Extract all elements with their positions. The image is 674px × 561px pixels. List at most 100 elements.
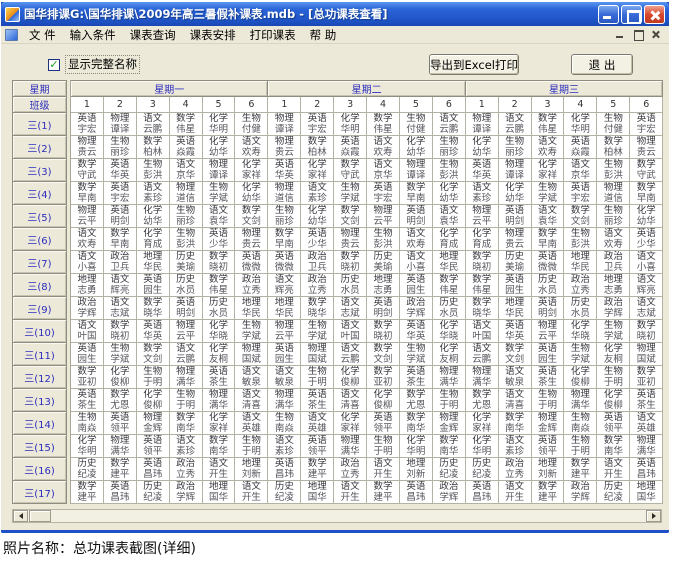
cell-teacher: 敏泉	[268, 377, 300, 388]
checkbox-check-icon[interactable]	[48, 59, 60, 71]
mdi-restore-icon[interactable]	[631, 28, 646, 41]
timetable-cell: 政治学辉	[564, 481, 597, 504]
cell-subject: 语文	[268, 435, 300, 446]
cell-teacher: 建平	[564, 469, 596, 480]
cell-teacher: 谭译	[268, 124, 300, 135]
cell-subject: 物理	[301, 343, 333, 354]
timetable-cell: 生物付健	[399, 113, 432, 136]
menu-item-0[interactable]: 文 件	[22, 27, 63, 43]
cell-teacher: 于明	[235, 446, 267, 457]
close-icon[interactable]	[644, 5, 665, 24]
cell-subject: 物理	[137, 412, 169, 423]
timetable-cell: 地理国华	[301, 481, 334, 504]
timetable-cell: 化学育成	[136, 228, 169, 251]
cell-subject: 物理	[466, 113, 498, 124]
scrollbar-thumb[interactable]	[29, 510, 51, 522]
timetable-cell: 数学早南	[71, 182, 104, 205]
cell-teacher: 志斌	[104, 308, 136, 319]
menu-item-5[interactable]: 帮 助	[303, 27, 344, 43]
mdi-close-icon[interactable]	[649, 28, 664, 41]
timetable-cell: 英语明剑	[169, 297, 202, 320]
mdi-minimize-icon[interactable]	[613, 28, 628, 41]
timetable-cell: 地理国华	[202, 481, 235, 504]
timetable-cell: 政治立秀	[235, 274, 268, 297]
cell-teacher: 于明	[301, 377, 333, 388]
timetable-cell: 历史纪凌	[432, 458, 465, 481]
cell-subject: 英语	[564, 182, 596, 193]
timetable-cell: 历史水员	[564, 297, 597, 320]
timetable-cell: 英语华英	[498, 320, 531, 343]
menu-item-4[interactable]: 打印课表	[243, 27, 303, 43]
timetable-cell: 英语茶生	[531, 366, 564, 389]
show-full-name-checkbox[interactable]: 显示完整名称	[48, 55, 140, 74]
cell-teacher: 昌玮	[137, 469, 169, 480]
timetable-cell: 生物南焱	[564, 412, 597, 435]
menu-item-3[interactable]: 课表安排	[183, 27, 243, 43]
timetable-cell: 数学晓华	[465, 297, 498, 320]
cell-subject: 数学	[400, 389, 432, 400]
timetable-cell: 英语微微	[235, 251, 268, 274]
timetable-cell: 数学南华	[597, 435, 630, 458]
cell-subject: 化学	[334, 366, 366, 377]
cell-subject: 生物	[170, 228, 202, 239]
cell-teacher: 辉亮	[104, 285, 136, 296]
cell-subject: 化学	[235, 159, 267, 170]
cell-subject: 化学	[597, 343, 629, 354]
cell-subject: 政治	[170, 458, 202, 469]
cell-subject: 语文	[597, 228, 629, 239]
timetable-cell: 生物于明	[531, 389, 564, 412]
timetable-cell: 语文素珍	[301, 182, 334, 205]
cell-teacher: 水员	[433, 308, 465, 319]
cell-subject: 英语	[137, 458, 169, 469]
cell-teacher: 文剑	[235, 216, 267, 227]
cell-subject: 生物	[597, 366, 629, 377]
minimize-icon[interactable]	[598, 5, 619, 24]
cell-subject: 生物	[564, 435, 596, 446]
scroll-left-arrow-icon[interactable]	[13, 510, 28, 522]
cell-teacher: 焱霞	[334, 147, 366, 158]
timetable-cell: 化学幼华	[630, 205, 663, 228]
cell-subject: 生物	[499, 136, 531, 147]
cell-teacher: 明剑	[499, 216, 531, 227]
mdi-document-icon[interactable]	[5, 29, 18, 41]
cell-subject: 物理	[104, 435, 136, 446]
timetable-cell: 政治卫兵	[103, 251, 136, 274]
timetable-cell: 生物丽珍	[169, 205, 202, 228]
cell-subject: 地理	[301, 481, 333, 492]
cell-teacher: 袁华	[203, 216, 235, 227]
timetable-cell: 语文小喜	[399, 251, 432, 274]
cell-teacher: 尤恩	[400, 400, 432, 411]
cell-subject: 物理	[203, 159, 235, 170]
cell-subject: 历史	[170, 251, 202, 262]
timetable-cell: 数学建平	[564, 458, 597, 481]
cell-teacher: 满华	[564, 400, 596, 411]
cell-subject: 物理	[268, 182, 300, 193]
cell-teacher: 早南	[104, 239, 136, 250]
cell-subject: 英语	[564, 136, 596, 147]
cell-subject: 历史	[268, 481, 300, 492]
timetable-cell: 英语微微	[531, 251, 564, 274]
timetable-cell: 历史水员	[169, 274, 202, 297]
cell-teacher: 彭洪	[433, 170, 465, 181]
scroll-right-arrow-icon[interactable]	[646, 510, 661, 522]
cell-subject: 数学	[466, 389, 498, 400]
cell-subject: 化学	[466, 136, 498, 147]
horizontal-scrollbar[interactable]	[12, 509, 662, 523]
cell-teacher: 早南	[532, 239, 564, 250]
cell-teacher: 素珍	[268, 446, 300, 457]
export-excel-button[interactable]: 导出到Excel打印	[429, 54, 519, 75]
cell-teacher: 学斌	[235, 331, 267, 342]
menu-item-2[interactable]: 课表查询	[123, 27, 183, 43]
timetable-cell: 化学俊柳	[136, 389, 169, 412]
cell-subject: 化学	[235, 182, 267, 193]
cell-subject: 数学	[170, 412, 202, 423]
cell-subject: 语文	[499, 481, 531, 492]
cell-teacher: 彭洪	[137, 170, 169, 181]
cell-teacher: 学斌	[301, 331, 333, 342]
menu-item-1[interactable]: 输入条件	[63, 27, 123, 43]
exit-button[interactable]: 退 出	[571, 54, 633, 75]
cell-teacher: 领平	[137, 446, 169, 457]
maximize-icon[interactable]	[621, 5, 642, 24]
cell-teacher: 伟星	[466, 285, 498, 296]
cell-subject: 数学	[564, 458, 596, 469]
